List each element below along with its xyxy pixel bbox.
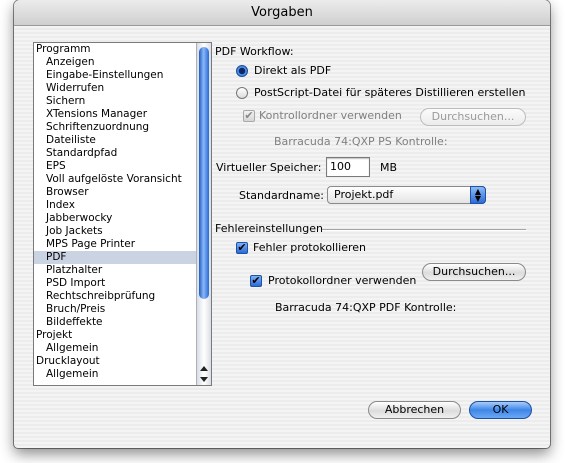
browse-log-folder-button[interactable]: Durchsuchen... (422, 263, 526, 281)
list-item[interactable]: Rechtschreibprüfung (34, 290, 211, 303)
virtual-memory-input[interactable]: 100 (326, 157, 370, 177)
cancel-button[interactable]: Abbrechen (368, 401, 461, 419)
preferences-window: Vorgaben Programm Anzeigen Eingabe-Einstel… (14, 0, 550, 448)
radio-direct-pdf-label[interactable]: Direkt als PDF (254, 64, 331, 77)
list-item[interactable]: EPS (34, 160, 211, 173)
list-item[interactable]: Voll aufgelöste Voransicht (34, 173, 211, 186)
list-item[interactable]: Bildeffekte (34, 316, 211, 329)
radio-postscript-label[interactable]: PostScript-Datei für späteres Distillier… (254, 86, 525, 99)
list-item[interactable]: Schriftenzuordnung (34, 121, 211, 134)
log-errors-checkbox[interactable]: ✔ (236, 242, 248, 254)
radio-postscript[interactable] (236, 87, 248, 99)
list-item[interactable]: Index (34, 199, 211, 212)
scroll-down-arrow-icon[interactable] (200, 377, 208, 382)
log-folder-path: Barracuda 74:QXP PDF Kontrolle: (275, 301, 457, 314)
scrollbar-thumb[interactable] (199, 47, 209, 299)
preferences-category-list[interactable]: Programm Anzeigen Eingabe-Einstellungen Wid… (33, 42, 212, 386)
list-item[interactable]: Standardpfad (34, 147, 211, 160)
radio-direct-pdf[interactable] (236, 65, 248, 77)
default-name-value: Projekt.pdf (334, 188, 394, 201)
ps-folder-path: Barracuda 74:QXP PS Kontrolle: (274, 135, 448, 148)
default-name-popup[interactable]: Projekt.pdf ▲ ▼ (327, 186, 486, 204)
virtual-memory-unit: MB (380, 161, 398, 174)
default-name-label: Standardname: (239, 189, 324, 202)
list-category[interactable]: Programm (34, 43, 211, 56)
use-log-folder-checkbox[interactable]: ✔ (250, 275, 262, 287)
list-item[interactable]: PSD Import (34, 277, 211, 290)
ok-button[interactable]: OK (469, 401, 532, 419)
list-scrollbar[interactable] (196, 43, 211, 385)
list-item[interactable]: Sichern (34, 95, 211, 108)
list-item[interactable]: Widerrufen (34, 82, 211, 95)
list-category[interactable]: Drucklayout (34, 355, 211, 368)
list-item[interactable]: Allgemein (34, 342, 211, 355)
list-item[interactable]: Anzeigen (34, 56, 211, 69)
list-item[interactable]: Jabberwocky (34, 212, 211, 225)
popup-arrows-icon: ▲ ▼ (470, 186, 486, 204)
list-items-container: Programm Anzeigen Eingabe-Einstellungen Wid… (34, 43, 211, 381)
list-item[interactable]: PDF (34, 251, 211, 264)
list-item[interactable]: Bruch/Preis (34, 303, 211, 316)
list-item[interactable]: Platzhalter (34, 264, 211, 277)
window-title: Vorgaben (14, 0, 550, 26)
use-control-folder-checkbox[interactable]: ✔ (243, 110, 255, 122)
section-divider (322, 229, 526, 231)
list-item[interactable]: Dateiliste (34, 134, 211, 147)
error-settings-heading: Fehlereinstellungen (215, 222, 323, 235)
list-item[interactable]: Job Jackets (34, 225, 211, 238)
pdf-workflow-heading: PDF Workflow: (215, 45, 294, 58)
list-item[interactable]: Eingabe-Einstellungen (34, 69, 211, 82)
list-category[interactable]: Projekt (34, 329, 211, 342)
list-item[interactable]: Browser (34, 186, 211, 199)
use-control-folder-label: Kontrollordner verwenden (259, 109, 402, 122)
browse-ps-folder-button[interactable]: Durchsuchen... (420, 108, 526, 126)
list-item[interactable]: Allgemein (34, 368, 211, 381)
virtual-memory-label: Virtueller Speicher: (216, 161, 322, 174)
list-item[interactable]: MPS Page Printer (34, 238, 211, 251)
list-item[interactable]: XTensions Manager (34, 108, 211, 121)
scroll-up-arrow-icon[interactable] (200, 366, 208, 371)
log-errors-label[interactable]: Fehler protokollieren (253, 241, 366, 254)
use-log-folder-label[interactable]: Protokollordner verwenden (268, 274, 416, 287)
